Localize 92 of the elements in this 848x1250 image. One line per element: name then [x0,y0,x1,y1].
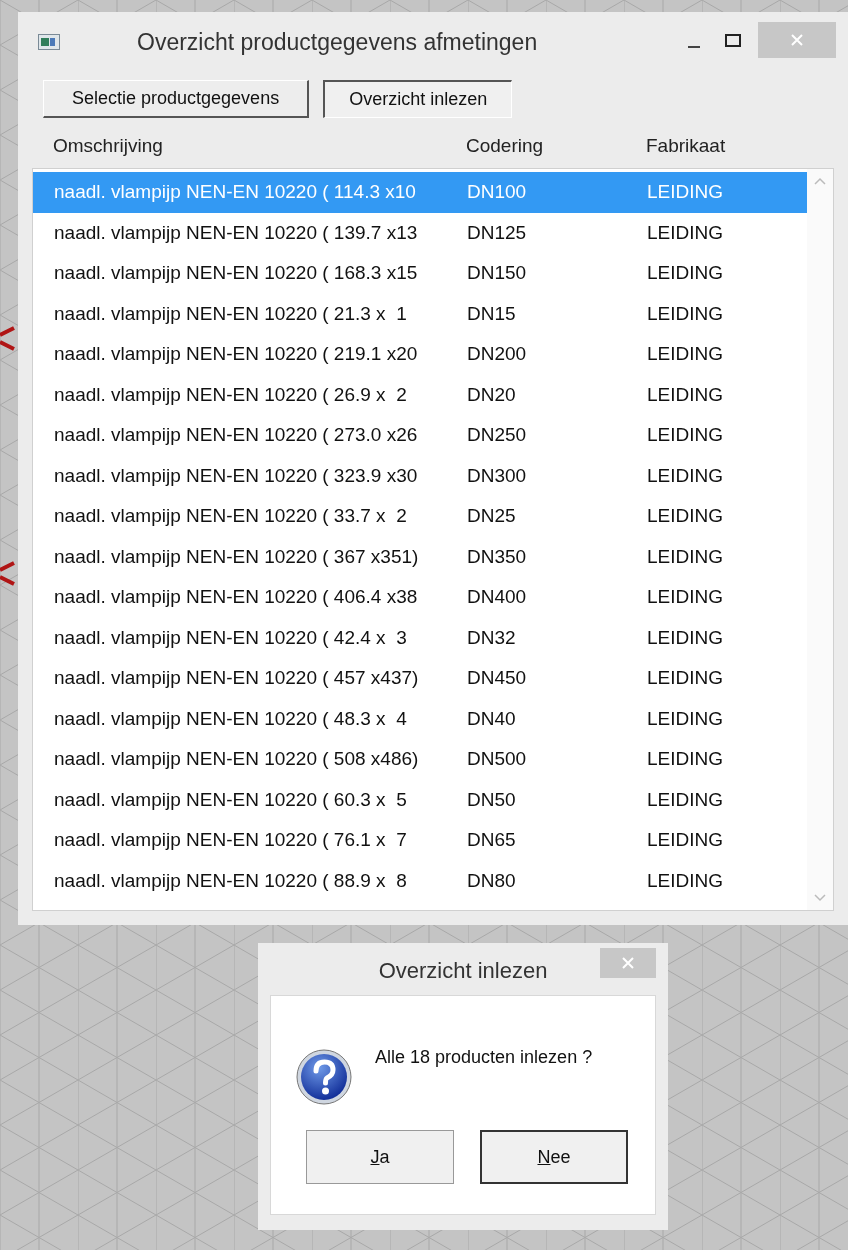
table-cell-text: naadl. vlampijp NEN-EN 10220 ( 323.9 x30 [53,463,419,488]
dialog-button[interactable]: Nee [480,1130,628,1184]
table-cell-text: naadl. vlampijp NEN-EN 10220 ( 139.7 x13 [53,220,419,245]
table-cell-text: LEIDING [647,180,725,204]
table-row[interactable]: naadl. vlampijp NEN-EN 10220 ( 323.9 x30 DN300 LEIDING [33,455,807,496]
table-row[interactable]: naadl. vlampijp NEN-EN 10220 ( 168.3 x15 DN150 LEIDING [33,253,807,294]
table-cell-text: LEIDING [647,342,725,366]
maximize-icon[interactable] [725,33,741,47]
table-row[interactable]: naadl. vlampijp NEN-EN 10220 ( 508 x486) DN500 LEIDING [33,739,807,780]
scroll-up-icon[interactable] [814,177,826,185]
window-title: Overzicht productgegevens afmetingen [137,27,538,57]
table-cell-text: naadl. vlampijp NEN-EN 10220 ( 508 x486) [53,747,420,771]
dialog-message: Alle 18 producten inlezen ? [375,1046,593,1069]
table-cell-text: DN400 [467,585,528,609]
table-cell-text: LEIDING [647,868,725,893]
table-cell-text: LEIDING [647,220,725,245]
table-cell-text: naadl. vlampijp NEN-EN 10220 ( 367 x351) [53,544,420,569]
table-cell-text: LEIDING [647,382,725,407]
table-cell-text: LEIDING [647,747,725,771]
table-cell-text: naadl. vlampijp NEN-EN 10220 ( 42.4 x 3 [53,625,408,650]
table-cell-text: DN250 [467,423,528,447]
table-cell-text: DN40 [467,706,517,731]
table-cell-text: DN20 [467,382,517,407]
table-cell-text: naadl. vlampijp NEN-EN 10220 ( 60.3 x 5 [53,787,408,812]
dialog-title: Overzicht inlezen [378,957,548,985]
table-cell-text: LEIDING [647,625,725,650]
table-cell-text: LEIDING [647,463,725,488]
table-cell-text: DN50 [467,787,517,812]
table-cell-text: DN15 [467,301,517,326]
table-cell-text: DN100 [467,180,528,204]
table-cell-text: LEIDING [647,706,725,731]
table-cell-text: naadl. vlampijp NEN-EN 10220 ( 88.9 x 8 [53,868,408,893]
table-cell-text: naadl. vlampijp NEN-EN 10220 ( 48.3 x 4 [53,706,408,731]
table-cell-text: LEIDING [647,828,725,852]
table-row[interactable]: naadl. vlampijp NEN-EN 10220 ( 219.1 x20 DN200 LEIDING [33,334,807,375]
table-cell-text: naadl. vlampijp NEN-EN 10220 ( 114.3 x10 [53,180,417,204]
table-cell-text: DN80 [467,868,517,893]
dialog-button[interactable]: Ja [306,1130,454,1184]
table-cell-text: DN300 [467,463,528,488]
table-cell-text: naadl. vlampijp NEN-EN 10220 ( 33.7 x 2 [53,504,408,528]
table-cell-text: DN32 [467,625,517,650]
table-cell-text: naadl. vlampijp NEN-EN 10220 ( 21.3 x 1 [53,301,408,326]
table-cell-text: LEIDING [647,666,725,690]
table-row[interactable]: naadl. vlampijp NEN-EN 10220 ( 21.3 x 1 DN15 LEIDING [33,293,807,334]
table-cell-text: naadl. vlampijp NEN-EN 10220 ( 457 x437) [53,666,420,690]
table-row[interactable]: naadl. vlampijp NEN-EN 10220 ( 367 x351) DN350 LEIDING [33,536,807,577]
table-cell-text: LEIDING [647,787,725,812]
close-button[interactable] [758,22,836,58]
table-cell-text: naadl. vlampijp NEN-EN 10220 ( 273.0 x26 [53,423,419,447]
table-row[interactable]: naadl. vlampijp NEN-EN 10220 ( 88.9 x 8 DN80 LEIDING [33,860,807,901]
table-row[interactable]: naadl. vlampijp NEN-EN 10220 ( 273.0 x26 DN250 LEIDING [33,415,807,456]
table-row[interactable]: naadl. vlampijp NEN-EN 10220 ( 26.9 x 2 DN20 LEIDING [33,374,807,415]
table-cell-text: LEIDING [647,585,725,609]
table-row[interactable]: naadl. vlampijp NEN-EN 10220 ( 139.7 x13 DN125 LEIDING [33,212,807,253]
table-cell-text: DN450 [467,666,528,690]
scroll-down-icon[interactable] [814,894,826,902]
scrollbar[interactable] [807,169,833,910]
table-cell-text: naadl. vlampijp NEN-EN 10220 ( 26.9 x 2 [53,382,408,407]
close-button[interactable] [600,948,656,978]
close-icon [791,34,803,46]
table-cell-text: DN500 [467,747,528,771]
toolbar-button[interactable]: Overzicht inlezen [323,80,513,118]
table-cell-text: LEIDING [647,504,725,528]
table-row[interactable]: naadl. vlampijp NEN-EN 10220 ( 42.4 x 3 DN32 LEIDING [33,617,807,658]
table-cell-text: naadl. vlampijp NEN-EN 10220 ( 219.1 x20 [53,342,419,366]
table-cell-text: naadl. vlampijp NEN-EN 10220 ( 76.1 x 7 [53,828,408,852]
minimize-icon[interactable] [688,45,700,49]
toolbar-button[interactable]: Selectie productgegevens [43,80,310,118]
column-header[interactable]: Omschrijving [32,131,466,161]
table-cell-text: LEIDING [647,423,725,447]
table-cell-text: DN150 [467,261,528,285]
table-cell-text: naadl. vlampijp NEN-EN 10220 ( 406.4 x38 [53,585,419,609]
table-cell-text: DN200 [467,342,528,366]
table-cell-text: DN125 [467,220,528,245]
question-icon [295,1048,353,1106]
table-row[interactable]: naadl. vlampijp NEN-EN 10220 ( 406.4 x38 DN400 LEIDING [33,577,807,618]
table-row[interactable]: naadl. vlampijp NEN-EN 10220 ( 76.1 x 7 DN65 LEIDING [33,820,807,861]
table-cell-text: DN25 [467,504,517,528]
column-header[interactable]: Fabrikaat [646,131,816,161]
close-icon [622,957,634,969]
table-cell-text: LEIDING [647,301,725,326]
table-row[interactable]: naadl. vlampijp NEN-EN 10220 ( 60.3 x 5 DN50 LEIDING [33,779,807,820]
table-cell-text: naadl. vlampijp NEN-EN 10220 ( 168.3 x15 [53,261,419,285]
table-cell-text: DN350 [467,544,528,569]
table-cell-text: DN65 [467,828,517,852]
table-row[interactable]: naadl. vlampijp NEN-EN 10220 ( 48.3 x 4 DN40 LEIDING [33,698,807,739]
window-icon [38,34,60,50]
table-row[interactable]: naadl. vlampijp NEN-EN 10220 ( 457 x437) DN450 LEIDING [33,658,807,699]
table-cell-text: LEIDING [647,544,725,569]
table-row[interactable]: naadl. vlampijp NEN-EN 10220 ( 33.7 x 2 DN25 LEIDING [33,496,807,537]
column-header[interactable]: Codering [466,131,646,161]
table-cell-text: LEIDING [647,261,725,285]
